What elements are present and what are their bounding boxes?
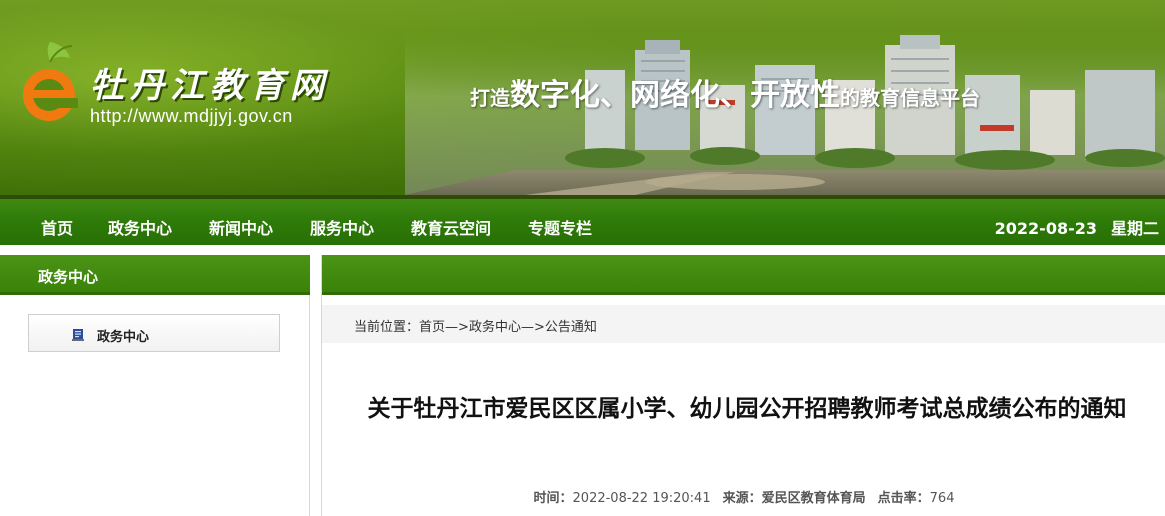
slogan-word-2: 网络化 — [630, 78, 720, 113]
article-meta: 时间：2022-08-22 19:20:41 来源：爱民区教育体育局 点击率：764 — [322, 487, 1165, 506]
slogan-separator-2: 、 — [720, 78, 750, 113]
article-title: 关于牡丹江市爱民区区属小学、幼儿园公开招聘教师考试总成绩公布的通知 — [367, 396, 1127, 422]
left-sidebar: 政务中心 政务中心 — [0, 255, 310, 516]
sidebar-heading: 政务中心 — [38, 268, 99, 286]
meta-source: 爱民区教育体育局 — [761, 491, 866, 506]
sidebar-item-label: 政务中心 — [97, 330, 150, 345]
slogan-suffix: 的教育信息平台 — [840, 86, 980, 110]
nav-item-topics[interactable]: 专题专栏 — [528, 215, 592, 239]
site-title[interactable]: 牡丹江教育网 — [90, 58, 330, 107]
main-nav: 首页 政务中心 新闻中心 服务中心 教育云空间 专题专栏 2022-08-23 星… — [0, 195, 1165, 245]
nav-item-education-cloud[interactable]: 教育云空间 — [411, 215, 491, 239]
breadcrumb-link-home[interactable]: 首页 — [419, 320, 445, 335]
nav-date: 2022-08-23 星期二 — [995, 215, 1159, 239]
meta-clicks-label: 点击率： — [877, 491, 930, 506]
banner-slogan: 打造数字化、网络化、开放性的教育信息平台 — [470, 70, 980, 114]
site-banner: 牡丹江教育网 http://www.mdjjyj.gov.cn 打造数字化、网络… — [0, 0, 1165, 195]
breadcrumb-prefix: 当前位置： — [354, 320, 420, 335]
meta-source-label: 来源： — [722, 491, 762, 506]
sidebar-header: 政务中心 — [0, 255, 310, 295]
current-date: 2022-08-23 — [994, 219, 1097, 238]
logo-e-icon[interactable] — [20, 40, 78, 130]
meta-clicks: 764 — [929, 491, 955, 506]
document-icon — [72, 326, 84, 341]
meta-time-label: 时间： — [533, 491, 573, 506]
main-content: 当前位置：首页—>政务中心—>公告通知 关于牡丹江市爱民区区属小学、幼儿园公开招… — [321, 255, 1165, 516]
nav-item-news[interactable]: 新闻中心 — [209, 215, 273, 239]
nav-item-home[interactable]: 首页 — [41, 215, 73, 239]
breadcrumb: 当前位置：首页—>政务中心—>公告通知 — [322, 305, 1165, 343]
slogan-prefix: 打造 — [470, 86, 510, 110]
current-weekday: 星期二 — [1110, 219, 1159, 238]
breadcrumb-text: 当前位置：首页—>政务中心—>公告通知 — [354, 316, 597, 335]
sidebar-item-government-center[interactable]: 政务中心 — [28, 314, 280, 352]
main-header-bar — [322, 255, 1165, 295]
nav-item-service[interactable]: 服务中心 — [310, 215, 374, 239]
slogan-word-3: 开放性 — [750, 78, 840, 113]
breadcrumb-link-notices[interactable]: 公告通知 — [545, 320, 597, 335]
site-url: http://www.mdjjyj.gov.cn — [90, 106, 293, 126]
breadcrumb-separator: —> — [520, 320, 545, 335]
nav-item-government[interactable]: 政务中心 — [108, 215, 172, 239]
slogan-word-1: 数字化 — [510, 78, 600, 113]
breadcrumb-link-government[interactable]: 政务中心 — [469, 320, 521, 335]
breadcrumb-separator: —> — [445, 320, 469, 335]
slogan-separator-1: 、 — [600, 78, 630, 113]
meta-time: 2022-08-22 19:20:41 — [572, 491, 711, 506]
